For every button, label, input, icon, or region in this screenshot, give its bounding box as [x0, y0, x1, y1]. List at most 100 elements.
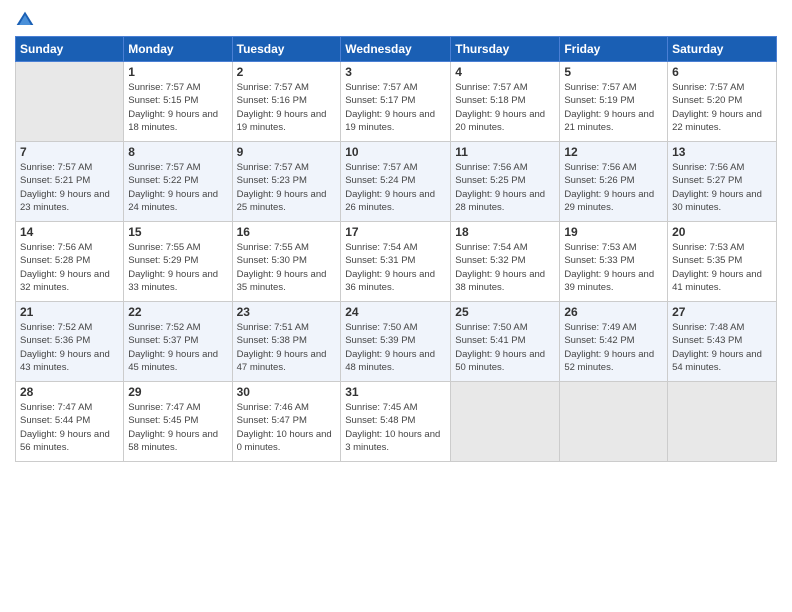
calendar-cell: 8 Sunrise: 7:57 AM Sunset: 5:22 PM Dayli… — [124, 142, 232, 222]
calendar-cell: 24 Sunrise: 7:50 AM Sunset: 5:39 PM Dayl… — [341, 302, 451, 382]
calendar-cell: 15 Sunrise: 7:55 AM Sunset: 5:29 PM Dayl… — [124, 222, 232, 302]
day-info: Sunrise: 7:45 AM Sunset: 5:48 PM Dayligh… — [345, 401, 446, 454]
calendar-cell: 4 Sunrise: 7:57 AM Sunset: 5:18 PM Dayli… — [451, 62, 560, 142]
day-info: Sunrise: 7:56 AM Sunset: 5:25 PM Dayligh… — [455, 161, 555, 214]
calendar-cell: 16 Sunrise: 7:55 AM Sunset: 5:30 PM Dayl… — [232, 222, 341, 302]
day-info: Sunrise: 7:50 AM Sunset: 5:41 PM Dayligh… — [455, 321, 555, 374]
day-number: 12 — [564, 145, 663, 159]
day-number: 6 — [672, 65, 772, 79]
day-info: Sunrise: 7:57 AM Sunset: 5:20 PM Dayligh… — [672, 81, 772, 134]
week-row-3: 14 Sunrise: 7:56 AM Sunset: 5:28 PM Dayl… — [16, 222, 777, 302]
calendar-cell: 31 Sunrise: 7:45 AM Sunset: 5:48 PM Dayl… — [341, 382, 451, 462]
calendar-cell: 2 Sunrise: 7:57 AM Sunset: 5:16 PM Dayli… — [232, 62, 341, 142]
day-info: Sunrise: 7:56 AM Sunset: 5:27 PM Dayligh… — [672, 161, 772, 214]
day-number: 1 — [128, 65, 227, 79]
day-number: 17 — [345, 225, 446, 239]
calendar-cell: 23 Sunrise: 7:51 AM Sunset: 5:38 PM Dayl… — [232, 302, 341, 382]
calendar-cell — [668, 382, 777, 462]
calendar-cell: 13 Sunrise: 7:56 AM Sunset: 5:27 PM Dayl… — [668, 142, 777, 222]
day-info: Sunrise: 7:47 AM Sunset: 5:44 PM Dayligh… — [20, 401, 119, 454]
calendar-cell: 26 Sunrise: 7:49 AM Sunset: 5:42 PM Dayl… — [560, 302, 668, 382]
calendar-cell: 1 Sunrise: 7:57 AM Sunset: 5:15 PM Dayli… — [124, 62, 232, 142]
calendar-cell: 19 Sunrise: 7:53 AM Sunset: 5:33 PM Dayl… — [560, 222, 668, 302]
day-info: Sunrise: 7:50 AM Sunset: 5:39 PM Dayligh… — [345, 321, 446, 374]
calendar-cell: 5 Sunrise: 7:57 AM Sunset: 5:19 PM Dayli… — [560, 62, 668, 142]
day-number: 25 — [455, 305, 555, 319]
calendar-cell: 3 Sunrise: 7:57 AM Sunset: 5:17 PM Dayli… — [341, 62, 451, 142]
calendar-cell: 21 Sunrise: 7:52 AM Sunset: 5:36 PM Dayl… — [16, 302, 124, 382]
day-info: Sunrise: 7:49 AM Sunset: 5:42 PM Dayligh… — [564, 321, 663, 374]
day-number: 8 — [128, 145, 227, 159]
calendar-cell: 11 Sunrise: 7:56 AM Sunset: 5:25 PM Dayl… — [451, 142, 560, 222]
day-info: Sunrise: 7:52 AM Sunset: 5:36 PM Dayligh… — [20, 321, 119, 374]
day-info: Sunrise: 7:57 AM Sunset: 5:23 PM Dayligh… — [237, 161, 337, 214]
weekday-header-sunday: Sunday — [16, 37, 124, 62]
day-info: Sunrise: 7:54 AM Sunset: 5:31 PM Dayligh… — [345, 241, 446, 294]
calendar-cell: 6 Sunrise: 7:57 AM Sunset: 5:20 PM Dayli… — [668, 62, 777, 142]
day-info: Sunrise: 7:51 AM Sunset: 5:38 PM Dayligh… — [237, 321, 337, 374]
day-number: 31 — [345, 385, 446, 399]
day-number: 27 — [672, 305, 772, 319]
day-number: 13 — [672, 145, 772, 159]
day-number: 11 — [455, 145, 555, 159]
day-info: Sunrise: 7:56 AM Sunset: 5:26 PM Dayligh… — [564, 161, 663, 214]
day-number: 7 — [20, 145, 119, 159]
weekday-header-thursday: Thursday — [451, 37, 560, 62]
week-row-2: 7 Sunrise: 7:57 AM Sunset: 5:21 PM Dayli… — [16, 142, 777, 222]
calendar-cell: 14 Sunrise: 7:56 AM Sunset: 5:28 PM Dayl… — [16, 222, 124, 302]
day-number: 15 — [128, 225, 227, 239]
day-info: Sunrise: 7:54 AM Sunset: 5:32 PM Dayligh… — [455, 241, 555, 294]
day-number: 29 — [128, 385, 227, 399]
day-number: 16 — [237, 225, 337, 239]
weekday-header-row: SundayMondayTuesdayWednesdayThursdayFrid… — [16, 37, 777, 62]
day-info: Sunrise: 7:57 AM Sunset: 5:22 PM Dayligh… — [128, 161, 227, 214]
day-info: Sunrise: 7:52 AM Sunset: 5:37 PM Dayligh… — [128, 321, 227, 374]
day-number: 21 — [20, 305, 119, 319]
weekday-header-tuesday: Tuesday — [232, 37, 341, 62]
day-info: Sunrise: 7:53 AM Sunset: 5:33 PM Dayligh… — [564, 241, 663, 294]
calendar-cell: 7 Sunrise: 7:57 AM Sunset: 5:21 PM Dayli… — [16, 142, 124, 222]
day-info: Sunrise: 7:57 AM Sunset: 5:15 PM Dayligh… — [128, 81, 227, 134]
weekday-header-saturday: Saturday — [668, 37, 777, 62]
header — [15, 10, 777, 30]
day-number: 5 — [564, 65, 663, 79]
calendar-cell: 12 Sunrise: 7:56 AM Sunset: 5:26 PM Dayl… — [560, 142, 668, 222]
day-info: Sunrise: 7:48 AM Sunset: 5:43 PM Dayligh… — [672, 321, 772, 374]
day-info: Sunrise: 7:56 AM Sunset: 5:28 PM Dayligh… — [20, 241, 119, 294]
calendar-container: SundayMondayTuesdayWednesdayThursdayFrid… — [0, 0, 792, 472]
weekday-header-friday: Friday — [560, 37, 668, 62]
calendar-cell: 27 Sunrise: 7:48 AM Sunset: 5:43 PM Dayl… — [668, 302, 777, 382]
day-number: 18 — [455, 225, 555, 239]
day-number: 24 — [345, 305, 446, 319]
day-info: Sunrise: 7:57 AM Sunset: 5:18 PM Dayligh… — [455, 81, 555, 134]
day-number: 19 — [564, 225, 663, 239]
calendar-cell: 17 Sunrise: 7:54 AM Sunset: 5:31 PM Dayl… — [341, 222, 451, 302]
week-row-5: 28 Sunrise: 7:47 AM Sunset: 5:44 PM Dayl… — [16, 382, 777, 462]
day-number: 9 — [237, 145, 337, 159]
weekday-header-wednesday: Wednesday — [341, 37, 451, 62]
calendar-cell: 29 Sunrise: 7:47 AM Sunset: 5:45 PM Dayl… — [124, 382, 232, 462]
day-info: Sunrise: 7:57 AM Sunset: 5:16 PM Dayligh… — [237, 81, 337, 134]
day-info: Sunrise: 7:46 AM Sunset: 5:47 PM Dayligh… — [237, 401, 337, 454]
calendar-cell: 22 Sunrise: 7:52 AM Sunset: 5:37 PM Dayl… — [124, 302, 232, 382]
day-number: 3 — [345, 65, 446, 79]
weekday-header-monday: Monday — [124, 37, 232, 62]
calendar-cell — [16, 62, 124, 142]
day-info: Sunrise: 7:55 AM Sunset: 5:30 PM Dayligh… — [237, 241, 337, 294]
calendar-body: 1 Sunrise: 7:57 AM Sunset: 5:15 PM Dayli… — [16, 62, 777, 462]
day-info: Sunrise: 7:53 AM Sunset: 5:35 PM Dayligh… — [672, 241, 772, 294]
week-row-4: 21 Sunrise: 7:52 AM Sunset: 5:36 PM Dayl… — [16, 302, 777, 382]
day-number: 23 — [237, 305, 337, 319]
day-info: Sunrise: 7:57 AM Sunset: 5:19 PM Dayligh… — [564, 81, 663, 134]
calendar-cell: 20 Sunrise: 7:53 AM Sunset: 5:35 PM Dayl… — [668, 222, 777, 302]
day-number: 20 — [672, 225, 772, 239]
day-number: 26 — [564, 305, 663, 319]
day-number: 2 — [237, 65, 337, 79]
calendar-cell: 28 Sunrise: 7:47 AM Sunset: 5:44 PM Dayl… — [16, 382, 124, 462]
calendar-cell: 25 Sunrise: 7:50 AM Sunset: 5:41 PM Dayl… — [451, 302, 560, 382]
day-number: 4 — [455, 65, 555, 79]
calendar-cell: 9 Sunrise: 7:57 AM Sunset: 5:23 PM Dayli… — [232, 142, 341, 222]
calendar-header: SundayMondayTuesdayWednesdayThursdayFrid… — [16, 37, 777, 62]
day-number: 30 — [237, 385, 337, 399]
calendar-cell: 30 Sunrise: 7:46 AM Sunset: 5:47 PM Dayl… — [232, 382, 341, 462]
